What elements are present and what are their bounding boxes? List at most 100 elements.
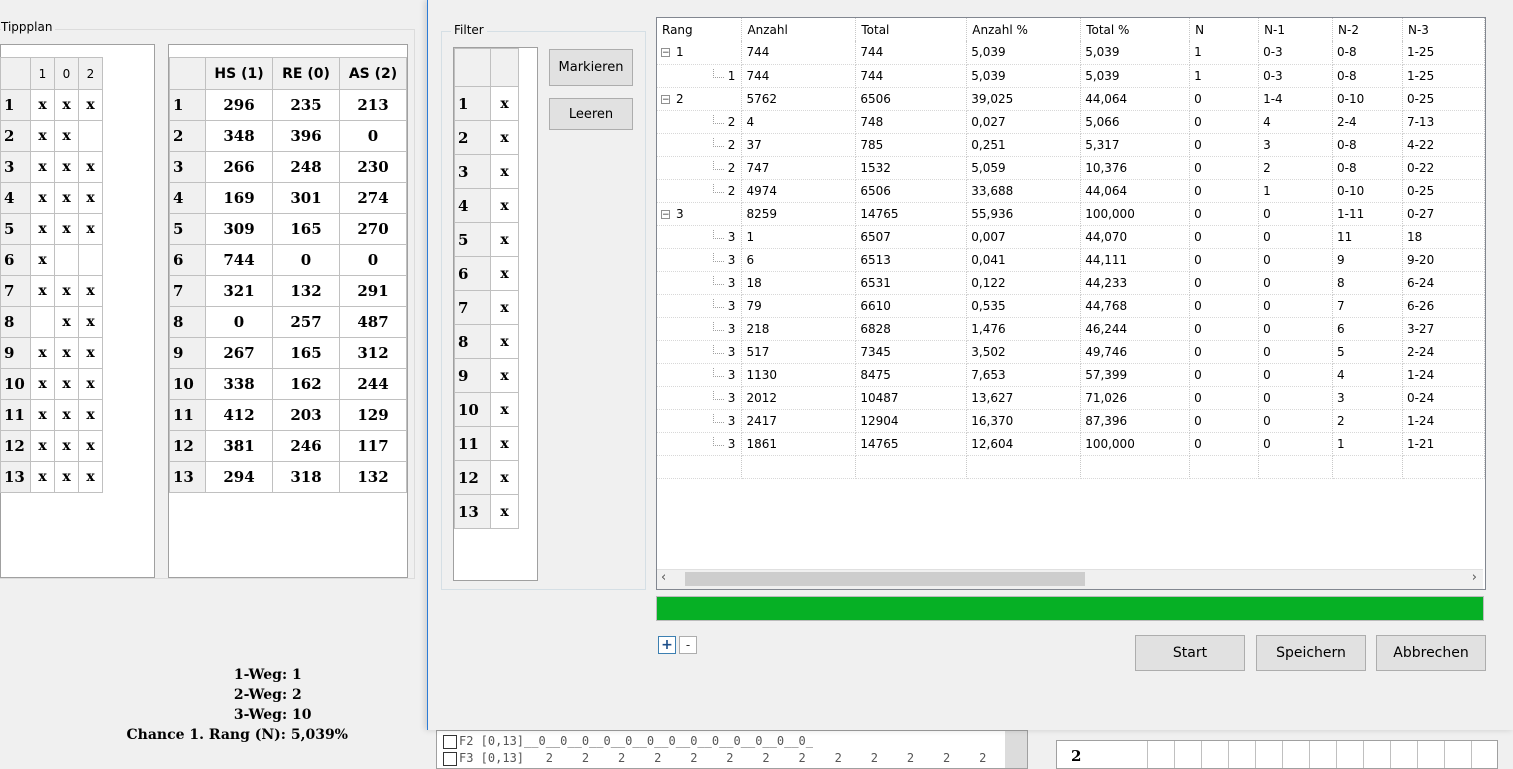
- tippplan-col-header[interactable]: 2: [78, 57, 103, 90]
- list-item[interactable]: 3 79 6610 0,535 44,768 0 0 7 6-26: [657, 294, 1485, 318]
- tippplan-cell[interactable]: x: [30, 213, 55, 245]
- stats-row-header[interactable]: 12: [169, 430, 206, 462]
- tippplan-cell[interactable]: x: [54, 182, 79, 214]
- tippplan-cell[interactable]: [30, 306, 55, 338]
- tippplan-cell[interactable]: [78, 120, 103, 152]
- tippplan-cell[interactable]: x: [54, 89, 79, 121]
- list-item[interactable]: −1 744 744 5,039 5,039 1 0-3 0-8 1-25: [657, 41, 1485, 65]
- stats-row-header[interactable]: 11: [169, 399, 206, 431]
- list-item[interactable]: 2 4974 6506 33,688 44,064 0 1 0-10 0-25: [657, 179, 1485, 203]
- list-item[interactable]: −3 8259 14765 55,936 100,000 0 0 1-11 0-27: [657, 202, 1485, 226]
- collapse-icon[interactable]: −: [661, 48, 670, 58]
- filter-cell[interactable]: x: [490, 494, 519, 529]
- list-item[interactable]: 2 747 1532 5,059 10,376 0 2 0-8 0-22: [657, 156, 1485, 180]
- list-col-header[interactable]: Anzahl %: [966, 18, 1082, 41]
- list-col-header[interactable]: N-1: [1258, 18, 1334, 41]
- tippplan-row-header[interactable]: 6: [0, 244, 31, 276]
- tippplan-cell[interactable]: x: [30, 244, 55, 276]
- list-item[interactable]: 3 1 6507 0,007 44,070 0 0 11 18: [657, 225, 1485, 249]
- tippplan-cell[interactable]: x: [78, 213, 103, 245]
- filter-row-header[interactable]: 6: [454, 256, 491, 291]
- filter-cell[interactable]: x: [490, 290, 519, 325]
- background-scrollbar[interactable]: [1005, 731, 1027, 768]
- horizontal-scrollbar[interactable]: ‹ ›: [657, 569, 1483, 589]
- tippplan-cell[interactable]: x: [78, 89, 103, 121]
- filter-row-header[interactable]: 9: [454, 358, 491, 393]
- tippplan-row-header[interactable]: 12: [0, 430, 31, 462]
- stats-row-header[interactable]: 13: [169, 461, 206, 493]
- filter-cell[interactable]: x: [490, 222, 519, 257]
- stats-row-header[interactable]: 3: [169, 151, 206, 183]
- stats-row-header[interactable]: 1: [169, 89, 206, 121]
- filter-cell[interactable]: x: [490, 324, 519, 359]
- filter-cell[interactable]: x: [490, 154, 519, 189]
- tippplan-row-header[interactable]: 13: [0, 461, 31, 493]
- tippplan-cell[interactable]: x: [78, 461, 103, 493]
- tippplan-row-header[interactable]: 8: [0, 306, 31, 338]
- list-item[interactable]: 1 744 744 5,039 5,039 1 0-3 0-8 1-25: [657, 64, 1485, 88]
- tippplan-cell[interactable]: x: [78, 306, 103, 338]
- filter-cell[interactable]: x: [490, 86, 519, 121]
- filter-row-header[interactable]: 8: [454, 324, 491, 359]
- start-button[interactable]: Start: [1135, 635, 1245, 671]
- list-col-header[interactable]: N: [1189, 18, 1260, 41]
- tippplan-cell[interactable]: x: [54, 368, 79, 400]
- stats-col-header[interactable]: HS (1): [205, 57, 273, 90]
- tippplan-cell[interactable]: x: [30, 368, 55, 400]
- background-checkbox-2[interactable]: [443, 752, 457, 766]
- scrollbar-thumb[interactable]: [685, 572, 1085, 586]
- tippplan-cell[interactable]: x: [54, 275, 79, 307]
- leeren-button[interactable]: Leeren: [549, 98, 633, 130]
- tippplan-cell[interactable]: x: [78, 430, 103, 462]
- stats-row-header[interactable]: 9: [169, 337, 206, 369]
- list-item[interactable]: 2 37 785 0,251 5,317 0 3 0-8 4-22: [657, 133, 1485, 157]
- tippplan-cell[interactable]: x: [78, 275, 103, 307]
- tippplan-row-header[interactable]: 3: [0, 151, 31, 183]
- filter-row-header[interactable]: 4: [454, 188, 491, 223]
- stats-col-header[interactable]: AS (2): [339, 57, 407, 90]
- speichern-button[interactable]: Speichern: [1256, 635, 1366, 671]
- filter-row-header[interactable]: 7: [454, 290, 491, 325]
- filter-cell[interactable]: x: [490, 460, 519, 495]
- list-item[interactable]: −2 5762 6506 39,025 44,064 0 1-4 0-10 0-25: [657, 87, 1485, 111]
- filter-cell[interactable]: x: [490, 426, 519, 461]
- background-checkbox-1[interactable]: [443, 735, 457, 749]
- markieren-button[interactable]: Markieren: [549, 49, 633, 86]
- tippplan-cell[interactable]: x: [30, 120, 55, 152]
- list-item[interactable]: 3 218 6828 1,476 46,244 0 0 6 3-27: [657, 317, 1485, 341]
- expand-all-button[interactable]: +: [658, 636, 676, 654]
- tippplan-row-header[interactable]: 11: [0, 399, 31, 431]
- tippplan-cell[interactable]: x: [78, 182, 103, 214]
- list-item[interactable]: 3 2012 10487 13,627 71,026 0 0 3 0-24: [657, 386, 1485, 410]
- filter-row-header[interactable]: 1: [454, 86, 491, 121]
- filter-row-header[interactable]: 3: [454, 154, 491, 189]
- filter-cell[interactable]: x: [490, 392, 519, 427]
- filter-cell[interactable]: x: [490, 120, 519, 155]
- stats-row-header[interactable]: 7: [169, 275, 206, 307]
- stats-row-header[interactable]: 8: [169, 306, 206, 338]
- stats-col-header[interactable]: RE (0): [272, 57, 340, 90]
- result-tree-list[interactable]: Rang Anzahl Total Anzahl % Total % N N-1 N-2 N-3…: [656, 17, 1486, 590]
- filter-row-header[interactable]: 13: [454, 494, 491, 529]
- scroll-left-icon[interactable]: ‹: [661, 570, 666, 585]
- tippplan-row-header[interactable]: 4: [0, 182, 31, 214]
- tippplan-cell[interactable]: x: [54, 399, 79, 431]
- tippplan-cell[interactable]: x: [78, 368, 103, 400]
- tippplan-col-header[interactable]: 1: [30, 57, 55, 90]
- tippplan-cell[interactable]: x: [30, 275, 55, 307]
- tippplan-cell[interactable]: [54, 244, 79, 276]
- collapse-icon[interactable]: −: [661, 94, 670, 104]
- tippplan-cell[interactable]: x: [54, 461, 79, 493]
- tippplan-cell[interactable]: [78, 244, 103, 276]
- list-item[interactable]: 2 4 748 0,027 5,066 0 4 2-4 7-13: [657, 110, 1485, 134]
- list-item[interactable]: 3 2417 12904 16,370 87,396 0 0 2 1-24: [657, 409, 1485, 433]
- collapse-all-button[interactable]: -: [679, 636, 697, 654]
- list-col-header[interactable]: Anzahl: [741, 18, 857, 41]
- list-item[interactable]: 3 1861 14765 12,604 100,000 0 0 1 1-21: [657, 432, 1485, 456]
- list-col-header[interactable]: Total %: [1080, 18, 1191, 41]
- list-col-header[interactable]: Total: [855, 18, 968, 41]
- tippplan-cell[interactable]: x: [54, 120, 79, 152]
- abbrechen-button[interactable]: Abbrechen: [1376, 635, 1486, 671]
- tippplan-cell[interactable]: x: [54, 151, 79, 183]
- tippplan-cell[interactable]: x: [30, 399, 55, 431]
